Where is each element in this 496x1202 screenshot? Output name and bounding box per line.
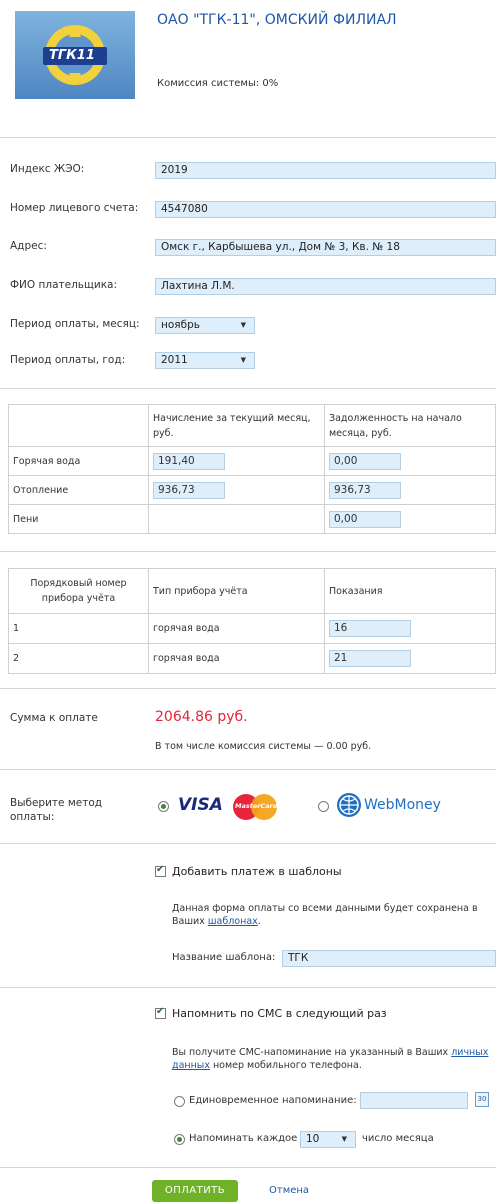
charge-name: Отопление: [8, 475, 149, 505]
monthly-reminder-label: Напоминать каждое: [189, 1133, 298, 1144]
meters-header-type: Тип прибора учёта: [148, 568, 325, 614]
calendar-day: 30: [477, 1095, 487, 1103]
month-value: ноябрь: [161, 319, 200, 331]
sum-label: Сумма к оплате: [10, 712, 98, 724]
charge-current-field[interactable]: 191,40: [153, 452, 225, 470]
add-template-label: Добавить платеж в шаблоны: [172, 865, 342, 878]
template-note-end: .: [257, 916, 261, 927]
once-reminder-date-field[interactable]: [360, 1092, 468, 1109]
month-select[interactable]: ноябрь ▼: [155, 317, 255, 334]
divider: [0, 987, 496, 988]
address-label: Адрес:: [10, 240, 47, 252]
company-logo: ТГК11: [15, 11, 135, 99]
divider: [0, 1167, 496, 1168]
charges-header-current: Начисление за текущий месяц, руб.: [148, 404, 325, 447]
commission-text: Комиссия системы: 0%: [157, 78, 279, 89]
monthly-reminder-radio[interactable]: [174, 1134, 185, 1145]
year-select[interactable]: 2011 ▼: [155, 352, 255, 369]
charges-header-debt: Задолженность на начало месяца, руб.: [324, 404, 496, 447]
monthly-day-select[interactable]: 10 ▼: [300, 1131, 356, 1148]
divider: [0, 137, 496, 138]
meter-type: горячая вода: [148, 613, 325, 644]
chevron-down-icon: ▼: [240, 356, 246, 364]
template-note: Данная форма оплаты со всеми данными буд…: [172, 902, 496, 928]
commission-note: В том числе комиссия системы — 0.00 руб.: [155, 741, 372, 752]
webmoney-radio[interactable]: [318, 801, 329, 812]
cancel-link[interactable]: Отмена: [269, 1185, 309, 1196]
divider: [0, 769, 496, 770]
webmoney-globe-icon[interactable]: [337, 793, 361, 817]
charge-current-field[interactable]: 936,73: [153, 481, 225, 499]
visa-radio[interactable]: [158, 801, 169, 812]
payer-field[interactable]: Лахтина Л.М.: [155, 278, 496, 295]
charge-name: Пени: [8, 504, 149, 534]
visa-logo[interactable]: VISA: [178, 795, 223, 815]
charges-table: Начисление за текущий месяц, руб. Задолж…: [8, 404, 496, 534]
address-field[interactable]: Омск г., Карбышева ул., Дом № 3, Кв. № 1…: [155, 239, 496, 256]
year-label: Период оплаты, год:: [10, 354, 126, 366]
chevron-down-icon: ▼: [240, 321, 246, 329]
meter-num: 2: [8, 643, 149, 674]
charge-current-empty: [148, 504, 325, 534]
divider: [0, 388, 496, 389]
divider: [0, 843, 496, 844]
meter-type: горячая вода: [148, 643, 325, 674]
payer-label: ФИО плательщика:: [10, 279, 118, 291]
pay-button[interactable]: ОПЛАТИТЬ: [152, 1180, 238, 1202]
calendar-icon[interactable]: 30: [475, 1092, 489, 1107]
template-name-label: Название шаблона:: [172, 952, 276, 963]
month-label: Период оплаты, месяц:: [10, 318, 140, 330]
divider: [0, 551, 496, 552]
logo-text: ТГК11: [49, 48, 95, 63]
meter-reading-field[interactable]: 16: [329, 620, 411, 637]
account-field[interactable]: 4547080: [155, 201, 496, 218]
charge-debt-field[interactable]: 936,73: [329, 481, 401, 499]
meter-reading-field[interactable]: 21: [329, 650, 411, 667]
zheo-field[interactable]: 2019: [155, 162, 496, 179]
sms-note: Вы получите СМС-напоминание на указанный…: [172, 1046, 490, 1072]
mastercard-text: MasterCard: [235, 802, 278, 810]
sum-value: 2064.86 руб.: [155, 709, 248, 725]
sms-note-end: номер мобильного телефона.: [209, 1060, 362, 1071]
pay-button-label: ОПЛАТИТЬ: [164, 1185, 226, 1196]
sms-reminder-label: Напомнить по СМС в следующий раз: [172, 1007, 387, 1020]
meters-header-reading: Показания: [324, 568, 496, 614]
sms-note-text: Вы получите СМС-напоминание на указанный…: [172, 1047, 452, 1058]
monthly-reminder-suffix: число месяца: [362, 1133, 434, 1144]
chevron-down-icon: ▼: [341, 1135, 347, 1143]
once-reminder-label: Единовременное напоминание:: [189, 1095, 357, 1106]
add-template-checkbox[interactable]: [155, 864, 166, 877]
zheo-label: Индекс ЖЭО:: [10, 163, 85, 175]
template-name-field[interactable]: ТГК: [282, 950, 496, 967]
divider: [0, 688, 496, 689]
meters-header-num: Порядковый номер прибора учёта: [8, 568, 149, 614]
charge-debt-field[interactable]: 0,00: [329, 510, 401, 528]
webmoney-text[interactable]: WebMoney: [364, 797, 441, 813]
year-value: 2011: [161, 354, 188, 366]
charge-debt-field[interactable]: 0,00: [329, 452, 401, 470]
monthly-day-value: 10: [306, 1133, 320, 1145]
templates-link[interactable]: шаблонах: [208, 916, 258, 927]
meters-table: Порядковый номер прибора учёта Тип прибо…: [8, 568, 496, 674]
page-title: ОАО "ТГК-11", ОМСКИЙ ФИЛИАЛ: [157, 12, 397, 28]
payment-label: Выберите метод оплаты:: [10, 797, 103, 823]
mastercard-icon[interactable]: MasterCard: [233, 794, 277, 820]
account-label: Номер лицевого счета:: [10, 202, 139, 214]
sms-reminder-checkbox[interactable]: [155, 1006, 166, 1019]
meter-num: 1: [8, 613, 149, 644]
once-reminder-radio[interactable]: [174, 1096, 185, 1107]
charge-name: Горячая вода: [8, 446, 149, 476]
